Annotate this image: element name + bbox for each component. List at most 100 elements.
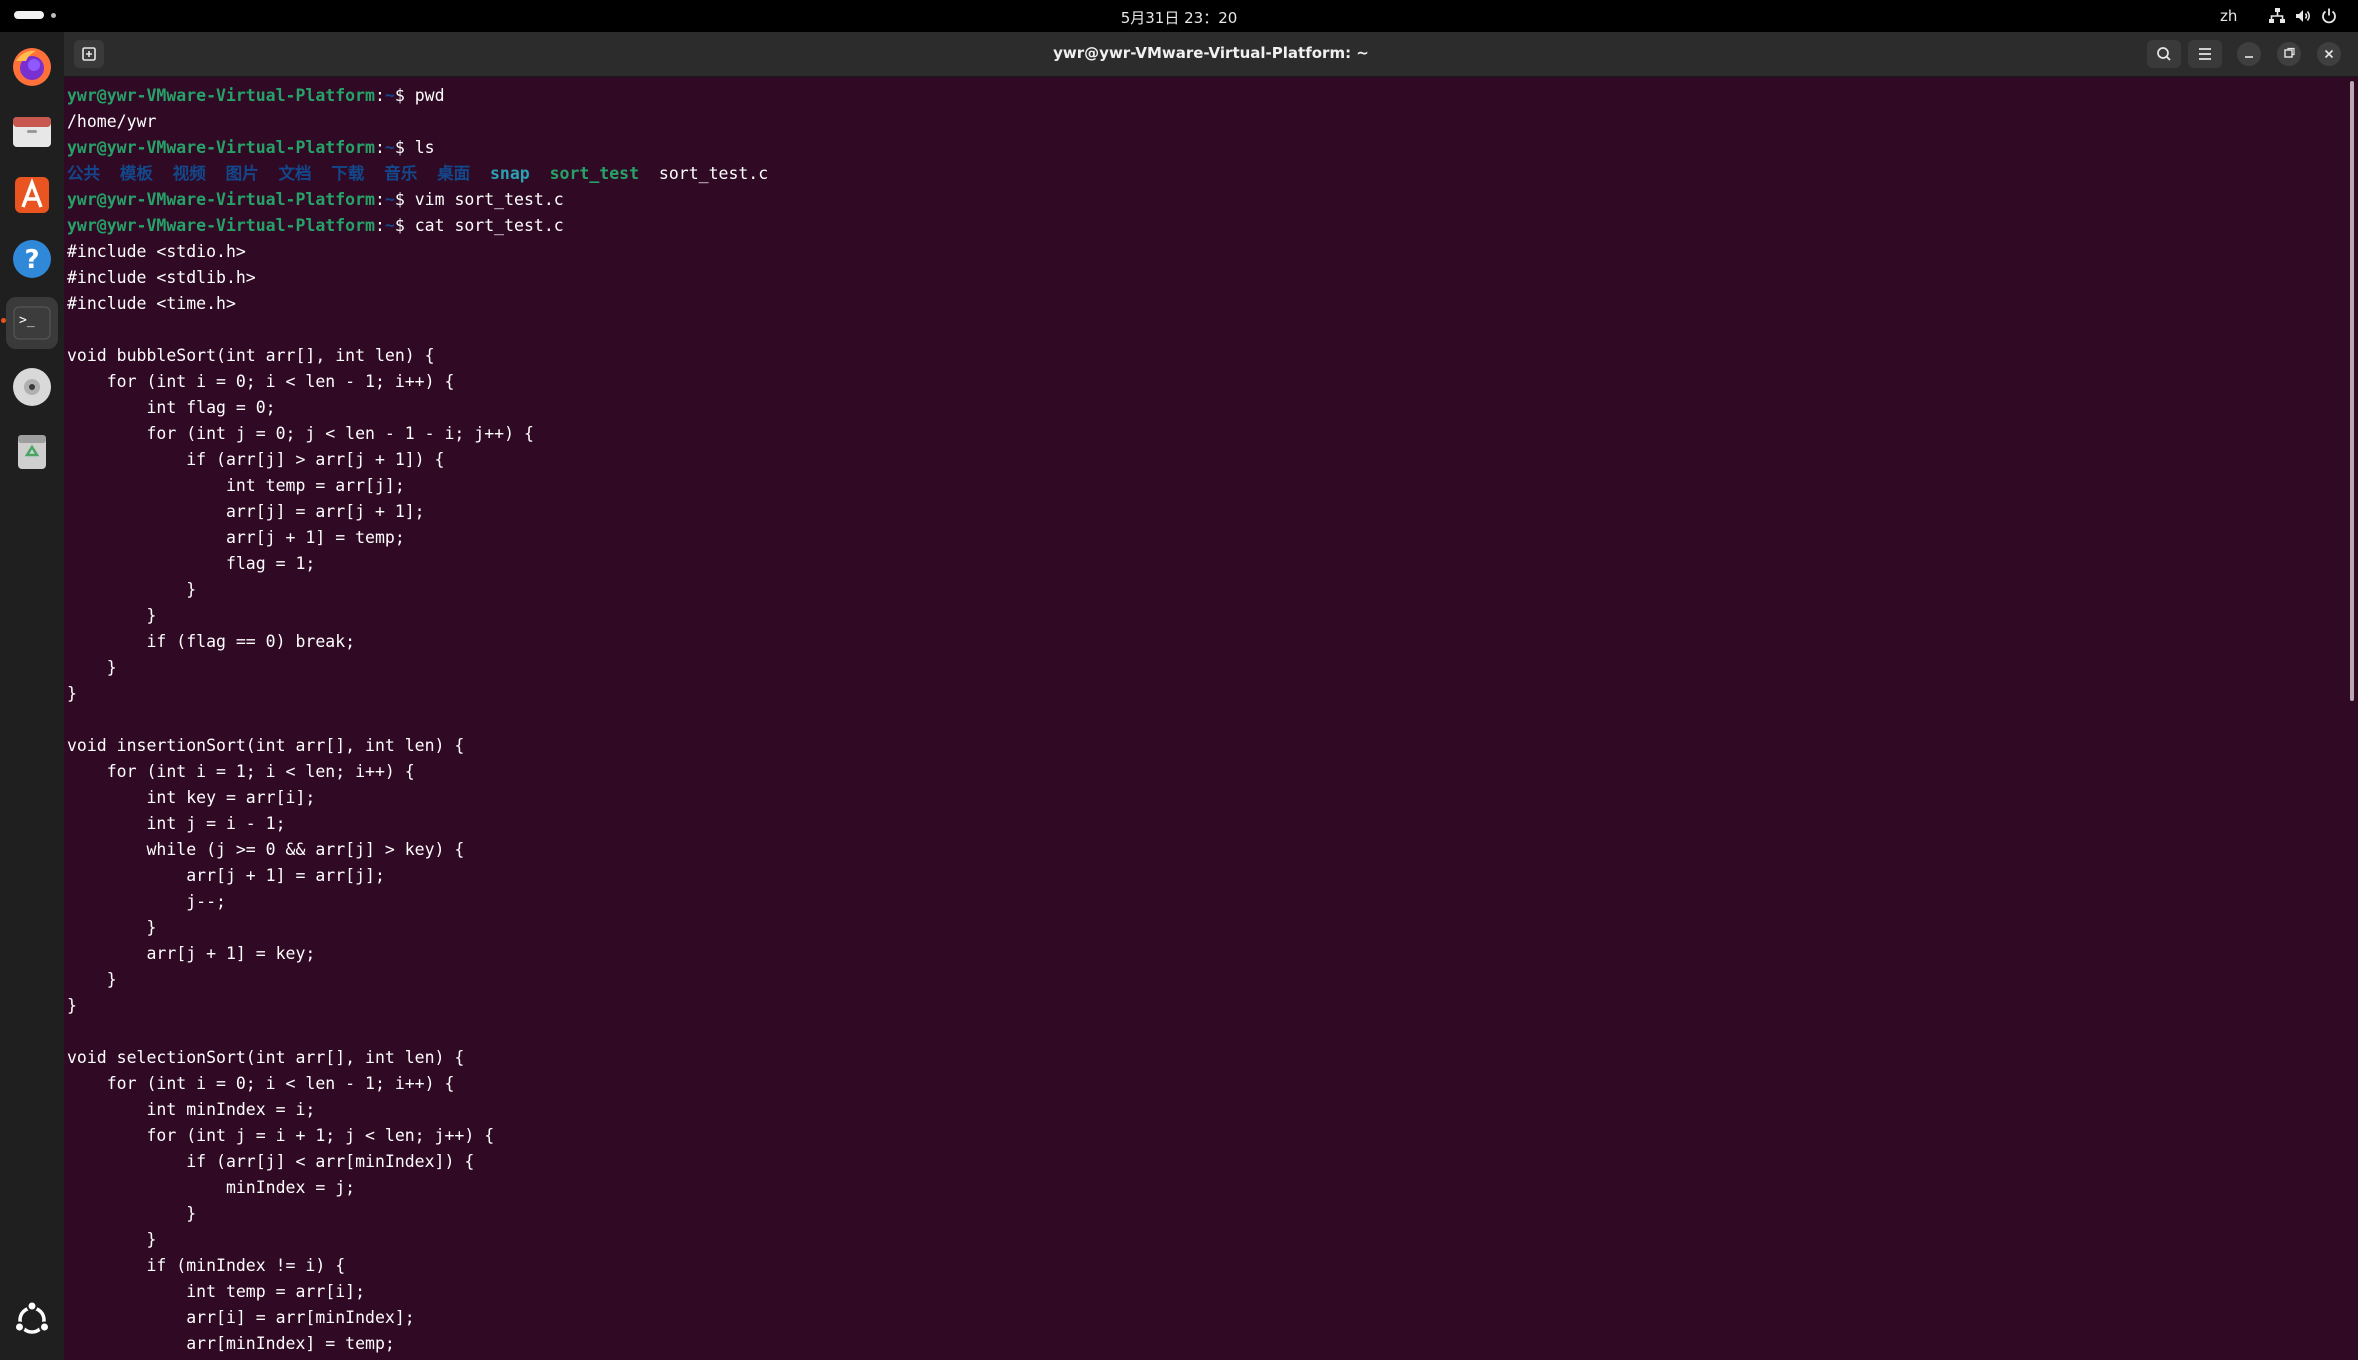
search-button[interactable] xyxy=(2147,40,2181,68)
ls-entry-dir: 视频 xyxy=(172,164,206,183)
output-text: int temp = arr[j]; xyxy=(67,476,405,495)
ls-gap xyxy=(417,164,437,183)
prompt-path: ~ xyxy=(384,138,395,157)
minimize-button[interactable] xyxy=(2237,42,2261,66)
output-line: } xyxy=(67,915,768,941)
close-button[interactable] xyxy=(2317,42,2341,66)
output-line: void insertionSort(int arr[], int len) { xyxy=(67,733,768,759)
output-text: /home/ywr xyxy=(67,112,157,131)
output-line: #include <stdio.h> xyxy=(67,239,768,265)
output-line: if (arr[j] > arr[j + 1]) { xyxy=(67,447,768,473)
scrollbar-thumb[interactable] xyxy=(2350,81,2354,701)
input-language-indicator[interactable]: zh xyxy=(2220,7,2237,25)
output-line: if (arr[j] < arr[minIndex]) { xyxy=(67,1149,768,1175)
output-line: while (j >= 0 && arr[j] > key) { xyxy=(67,837,768,863)
network-icon[interactable] xyxy=(2268,7,2286,25)
window-header-bar[interactable]: ywr@ywr-VMware-Virtual-Platform: ~ xyxy=(64,32,2358,77)
prompt-user: ywr@ywr-VMware-Virtual-Platform xyxy=(67,138,375,157)
output-line: } xyxy=(67,681,768,707)
dock-item-firefox[interactable] xyxy=(6,41,58,93)
dock-item-help[interactable]: ? xyxy=(6,233,58,285)
output-line: #include <time.h> xyxy=(67,291,768,317)
output-text: } xyxy=(67,918,157,937)
output-text: arr[j + 1] = key; xyxy=(67,944,316,963)
prompt-symbol: $ xyxy=(394,138,415,157)
disc-icon xyxy=(13,368,51,406)
output-text: flag = 1; xyxy=(67,554,316,573)
dock-item-disc[interactable] xyxy=(6,361,58,413)
ls-gap xyxy=(312,164,332,183)
hamburger-menu-icon xyxy=(2199,48,2211,60)
prompt-line: ywr@ywr-VMware-Virtual-Platform:~$ vim s… xyxy=(67,187,768,213)
output-text: if (minIndex != i) { xyxy=(67,1256,346,1275)
output-text: } xyxy=(67,580,197,599)
output-line: for (int j = i + 1; j < len; j++) { xyxy=(67,1123,768,1149)
output-line: } xyxy=(67,1201,768,1227)
output-line: } xyxy=(67,655,768,681)
output-line: } xyxy=(67,993,768,1019)
output-text: void bubbleSort(int arr[], int len) { xyxy=(67,346,435,365)
output-line: j--; xyxy=(67,889,768,915)
output-text: void insertionSort(int arr[], int len) { xyxy=(67,736,465,755)
ls-gap xyxy=(259,164,279,183)
ls-entry-dir: 下载 xyxy=(331,164,365,183)
maximize-button[interactable] xyxy=(2277,42,2301,66)
output-line: for (int i = 0; i < len - 1; i++) { xyxy=(67,1071,768,1097)
dock-item-trash[interactable] xyxy=(6,425,58,477)
output-text: } xyxy=(67,1204,197,1223)
ls-gap xyxy=(153,164,173,183)
prompt-user: ywr@ywr-VMware-Virtual-Platform xyxy=(67,86,375,105)
output-text: if (flag == 0) break; xyxy=(67,632,356,651)
output-text: } xyxy=(67,970,117,989)
prompt-symbol: $ xyxy=(394,216,415,235)
terminal-text[interactable]: ywr@ywr-VMware-Virtual-Platform:~$ pwd/h… xyxy=(67,83,768,1357)
svg-text:>_: >_ xyxy=(19,313,35,328)
files-icon xyxy=(13,117,51,147)
svg-text:?: ? xyxy=(24,245,39,275)
terminal-output-area[interactable]: ywr@ywr-VMware-Virtual-Platform:~$ pwd/h… xyxy=(64,77,2358,1360)
dock-item-app-center[interactable] xyxy=(6,169,58,221)
dock-item-files[interactable] xyxy=(6,105,58,157)
menu-button[interactable] xyxy=(2188,40,2222,68)
output-line: } xyxy=(67,967,768,993)
output-line: for (int j = 0; j < len - 1 - i; j++) { xyxy=(67,421,768,447)
trash-icon xyxy=(18,435,46,469)
output-text: for (int i = 1; i < len; i++) { xyxy=(67,762,415,781)
output-line: int key = arr[i]; xyxy=(67,785,768,811)
volume-icon[interactable] xyxy=(2294,7,2312,25)
prompt-symbol: $ xyxy=(394,86,415,105)
terminal-icon: >_ xyxy=(13,306,51,340)
ls-gap xyxy=(100,164,120,183)
dock-item-show-apps[interactable] xyxy=(6,1294,58,1346)
dock-item-terminal[interactable]: >_ xyxy=(6,297,58,349)
output-text: } xyxy=(67,606,157,625)
ls-gap xyxy=(639,164,659,183)
command-text: cat sort_test.c xyxy=(414,216,564,235)
output-text: #include <time.h> xyxy=(67,294,236,313)
prompt-path: ~ xyxy=(384,190,395,209)
prompt-path: ~ xyxy=(384,216,395,235)
output-line: int minIndex = i; xyxy=(67,1097,768,1123)
output-line: int j = i - 1; xyxy=(67,811,768,837)
output-line: minIndex = j; xyxy=(67,1175,768,1201)
minimize-icon xyxy=(2245,56,2253,58)
output-line: arr[i] = arr[minIndex]; xyxy=(67,1305,768,1331)
terminal-window: ywr@ywr-VMware-Virtual-Platform: ~ ywr@y… xyxy=(64,32,2358,1360)
firefox-icon xyxy=(13,48,51,86)
ls-entry-dir: 模板 xyxy=(119,164,153,183)
ls-entry-exec: sort_test xyxy=(549,164,640,183)
scrollbar[interactable] xyxy=(2346,77,2358,1360)
output-text: if (arr[j] > arr[j + 1]) { xyxy=(67,450,445,469)
command-text: pwd xyxy=(414,86,445,105)
output-text: #include <stdio.h> xyxy=(67,242,246,261)
power-icon[interactable] xyxy=(2320,7,2338,25)
window-title: ywr@ywr-VMware-Virtual-Platform: ~ xyxy=(1053,44,1369,62)
ls-output-line: 公共 模板 视频 图片 文档 下载 音乐 桌面 snap sort_test s… xyxy=(67,161,768,187)
output-line: int temp = arr[j]; xyxy=(67,473,768,499)
clock[interactable]: 5月31日 23：20 xyxy=(0,7,2358,28)
output-line: } xyxy=(67,1227,768,1253)
output-text: } xyxy=(67,658,117,677)
output-text: int minIndex = i; xyxy=(67,1100,316,1119)
output-line: for (int i = 0; i < len - 1; i++) { xyxy=(67,369,768,395)
